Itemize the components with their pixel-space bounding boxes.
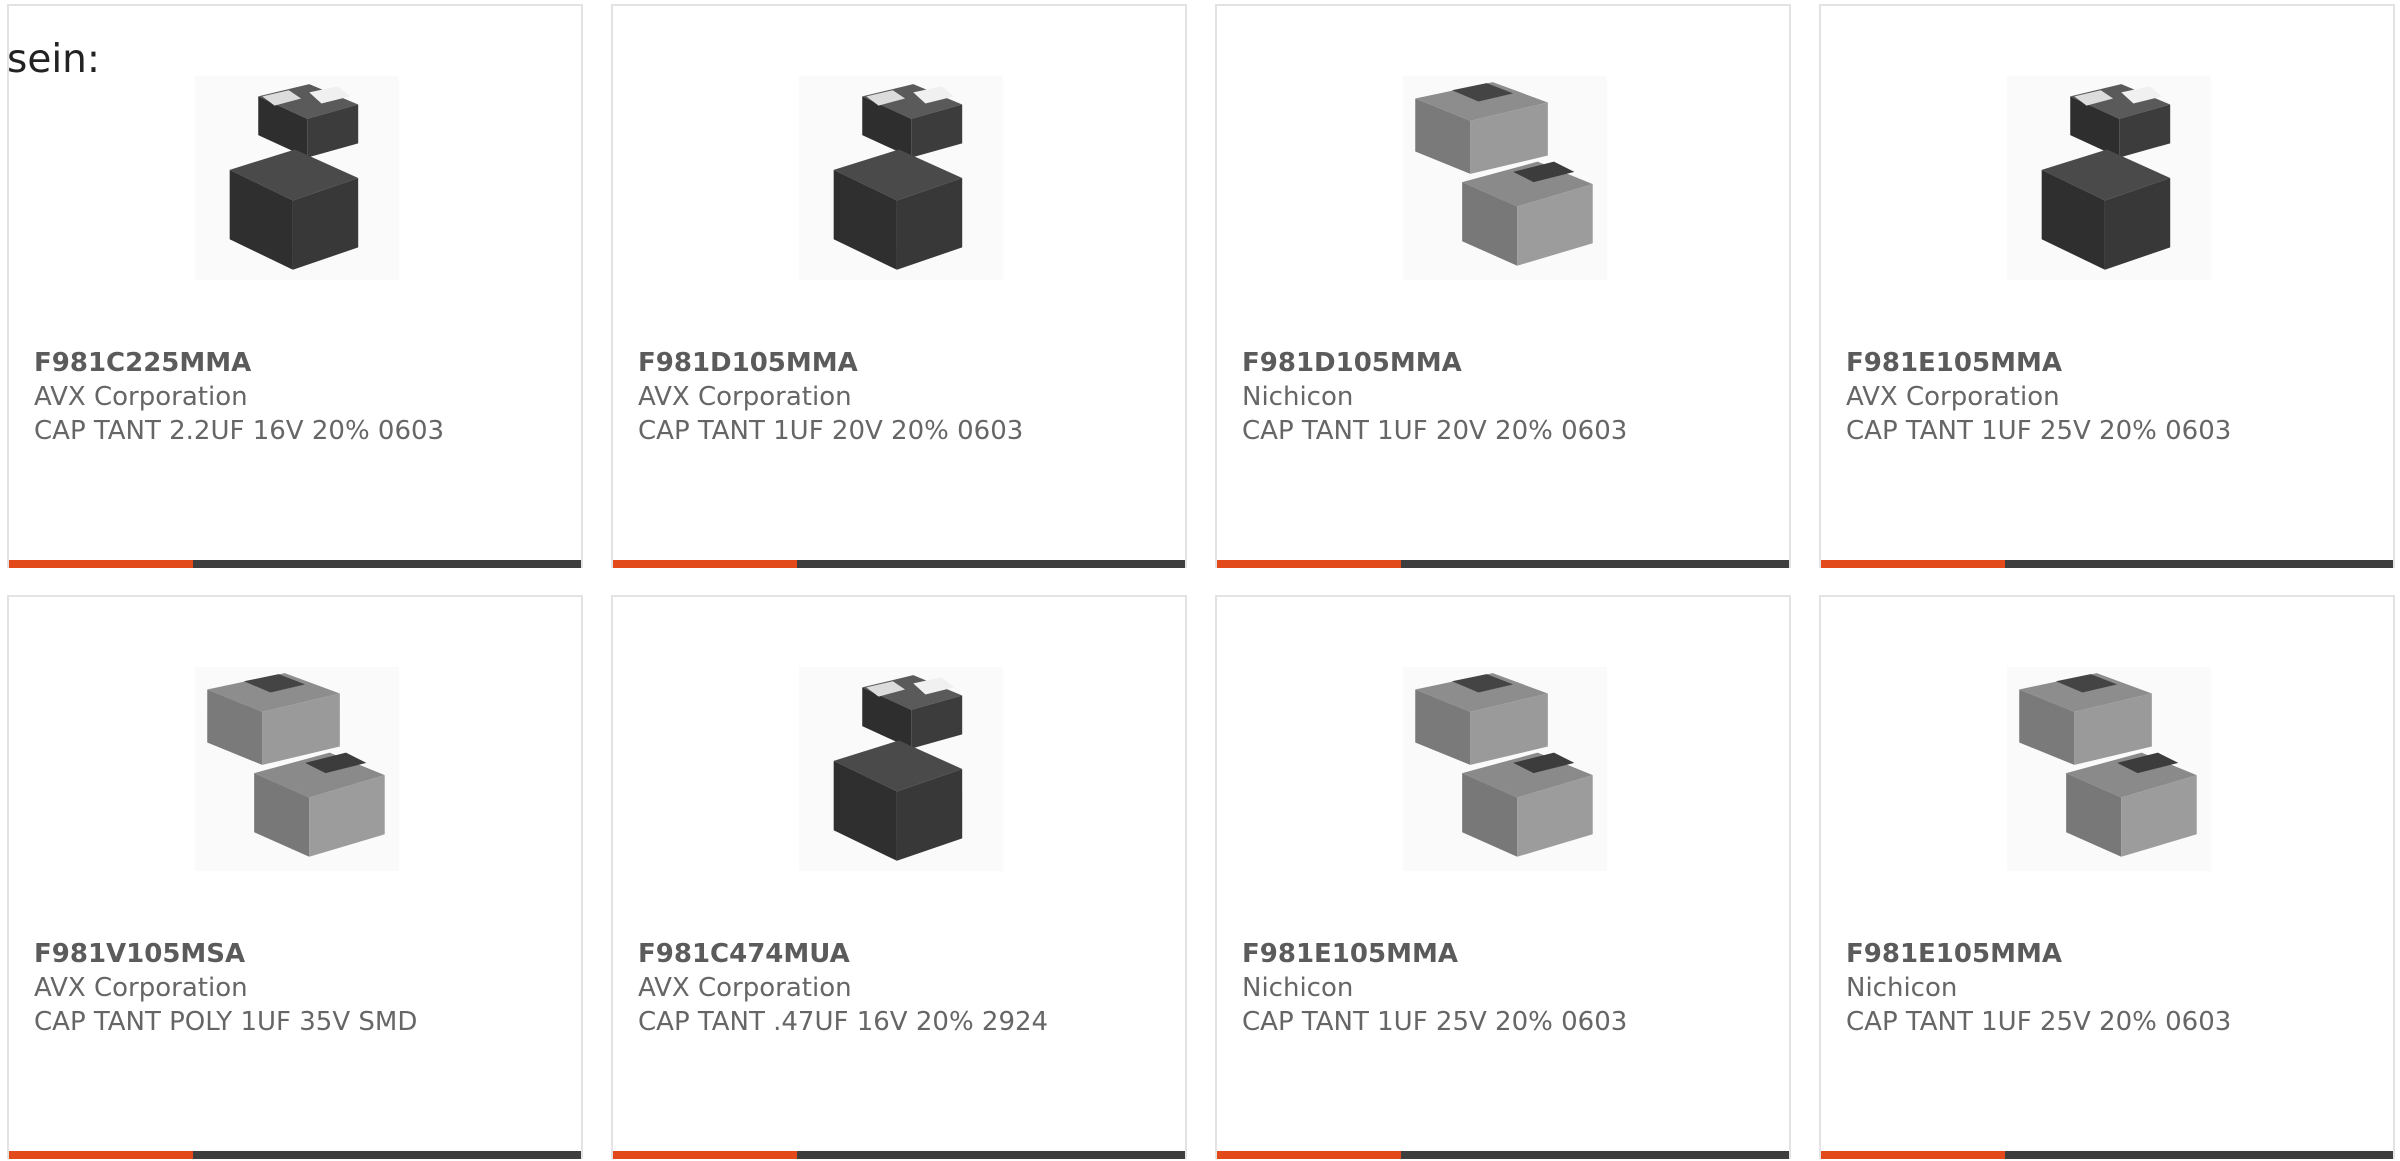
card-footer-accent [1217,560,1401,568]
product-card[interactable]: F981D105MMA AVX Corporation CAP TANT 1UF… [611,4,1187,568]
description: CAP TANT 1UF 25V 20% 0603 [1242,1007,1628,1037]
product-card[interactable]: F981D105MMA Nichicon CAP TANT 1UF 20V 20… [1215,4,1791,568]
capacitor-image-dark [195,76,399,280]
part-number[interactable]: F981C225MMA [34,346,573,380]
card-footer-accent [613,560,797,568]
card-footer-bar [1217,1151,1789,1159]
manufacturer: AVX Corporation [34,382,248,412]
product-card[interactable]: F981C474MUA AVX Corporation CAP TANT .47… [611,595,1187,1159]
capacitor-image-dark [799,76,1003,280]
description: CAP TANT 1UF 25V 20% 0603 [1846,1007,2232,1037]
card-footer-bar [1821,560,2393,568]
card-footer-accent [1821,560,2005,568]
product-card[interactable]: F981E105MMA AVX Corporation CAP TANT 1UF… [1819,4,2395,568]
part-number[interactable]: F981E105MMA [1242,937,1781,971]
capacitor-image-grey [2007,667,2211,871]
card-footer-bar [613,560,1185,568]
product-card[interactable]: F981E105MMA Nichicon CAP TANT 1UF 25V 20… [1215,595,1791,1159]
description: CAP TANT 1UF 20V 20% 0603 [638,416,1024,446]
part-number[interactable]: F981E105MMA [1846,346,2385,380]
manufacturer: AVX Corporation [1846,382,2060,412]
part-number[interactable]: F981D105MMA [638,346,1177,380]
card-footer-accent [9,560,193,568]
card-footer-bar [1821,1151,2393,1159]
capacitor-image-dark [799,667,1003,871]
capacitor-image-dark [2007,76,2211,280]
description: CAP TANT 1UF 25V 20% 0603 [1846,416,2232,446]
capacitor-image-grey [1403,76,1607,280]
part-number[interactable]: F981C474MUA [638,937,1177,971]
product-card[interactable]: F981E105MMA Nichicon CAP TANT 1UF 25V 20… [1819,595,2395,1159]
description: CAP TANT .47UF 16V 20% 2924 [638,1007,1049,1037]
part-number[interactable]: F981D105MMA [1242,346,1781,380]
manufacturer: Nichicon [1242,973,1354,1003]
capacitor-image-grey [195,667,399,871]
card-footer-bar [9,1151,581,1159]
card-footer-bar [9,560,581,568]
product-grid-page: sein: F981C225MMA AVX Corporation CAP TA… [0,0,2400,1161]
card-footer-accent [9,1151,193,1159]
product-card[interactable]: F981V105MSA AVX Corporation CAP TANT POL… [7,595,583,1159]
product-grid: F981C225MMA AVX Corporation CAP TANT 2.2… [7,4,2400,1161]
card-footer-accent [1217,1151,1401,1159]
description: CAP TANT 2.2UF 16V 20% 0603 [34,416,445,446]
card-footer-bar [1217,560,1789,568]
product-card[interactable]: F981C225MMA AVX Corporation CAP TANT 2.2… [7,4,583,568]
capacitor-image-grey [1403,667,1607,871]
manufacturer: AVX Corporation [638,382,852,412]
manufacturer: AVX Corporation [638,973,852,1003]
intro-text: sein: [7,37,101,82]
description: CAP TANT POLY 1UF 35V SMD [34,1007,418,1037]
part-number[interactable]: F981E105MMA [1846,937,2385,971]
description: CAP TANT 1UF 20V 20% 0603 [1242,416,1628,446]
card-footer-accent [1821,1151,2005,1159]
manufacturer: Nichicon [1242,382,1354,412]
part-number[interactable]: F981V105MSA [34,937,573,971]
manufacturer: AVX Corporation [34,973,248,1003]
card-footer-accent [613,1151,797,1159]
manufacturer: Nichicon [1846,973,1958,1003]
card-footer-bar [613,1151,1185,1159]
